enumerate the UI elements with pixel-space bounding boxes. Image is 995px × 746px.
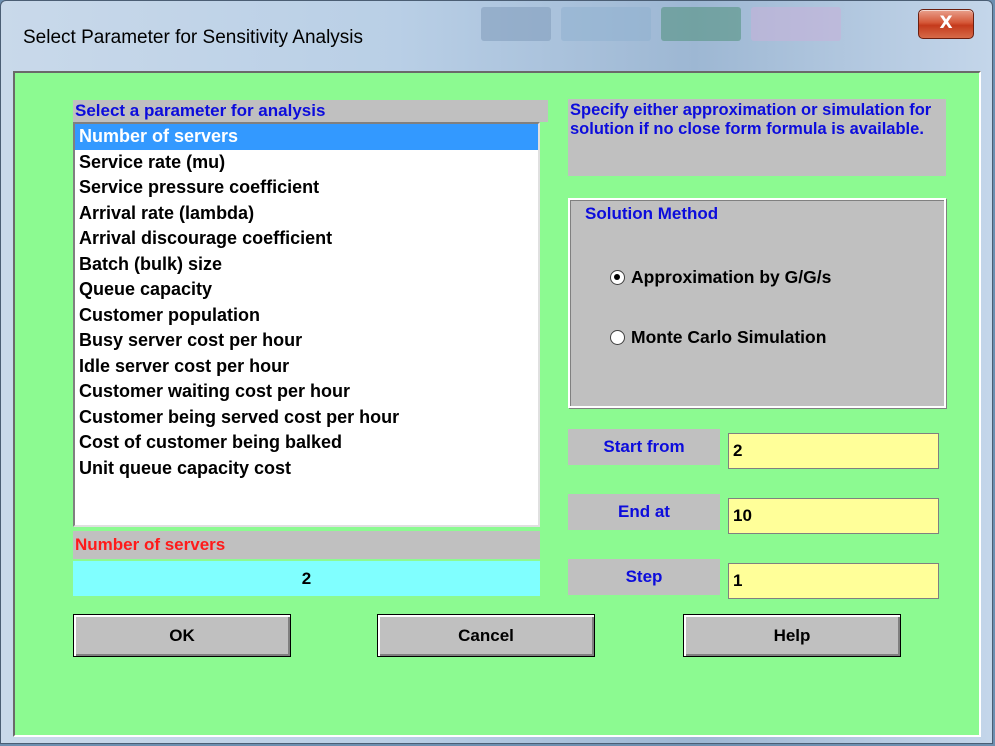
parameter-list-item[interactable]: Customer waiting cost per hour [75, 379, 538, 405]
end-at-input[interactable]: 10 [728, 498, 939, 534]
start-from-label: Start from [568, 429, 720, 465]
parameter-list-item[interactable]: Service rate (mu) [75, 150, 538, 176]
parameter-list-item[interactable]: Batch (bulk) size [75, 252, 538, 278]
solution-hint-text: Specify either approximation or simulati… [568, 99, 946, 176]
selected-parameter-name: Number of servers [73, 531, 540, 559]
close-icon: X [939, 13, 953, 33]
cancel-button[interactable]: Cancel [377, 614, 595, 657]
dialog-client-area: Select a parameter for analysis Number o… [13, 71, 981, 737]
radio-approximation-label: Approximation by G/G/s [631, 267, 832, 287]
window-title: Select Parameter for Sensitivity Analysi… [23, 27, 364, 48]
dialog-window: Select Parameter for Sensitivity Analysi… [0, 0, 993, 744]
ok-button[interactable]: OK [73, 614, 291, 657]
parameter-list-item[interactable]: Busy server cost per hour [75, 328, 538, 354]
title-bar[interactable]: Select Parameter for Sensitivity Analysi… [1, 1, 992, 71]
close-button[interactable]: X [918, 9, 974, 39]
parameter-list-label: Select a parameter for analysis [73, 100, 548, 122]
parameter-list-item[interactable]: Queue capacity [75, 277, 538, 303]
parameter-list[interactable]: Number of servers Service rate (mu) Servic… [73, 122, 540, 527]
parameter-list-item[interactable]: Number of servers [75, 124, 538, 150]
parameter-list-item[interactable]: Idle server cost per hour [75, 354, 538, 380]
parameter-list-item[interactable]: Arrival discourage coefficient [75, 226, 538, 252]
parameter-list-item[interactable]: Customer being served cost per hour [75, 405, 538, 431]
end-at-label: End at [568, 494, 720, 530]
start-from-input[interactable]: 2 [728, 433, 939, 469]
parameter-list-item[interactable]: Arrival rate (lambda) [75, 201, 538, 227]
step-label: Step [568, 559, 720, 595]
radio-approximation[interactable]: Approximation by G/G/s [610, 265, 831, 289]
radio-unchecked-icon[interactable] [610, 330, 625, 345]
parameter-list-item[interactable]: Customer population [75, 303, 538, 329]
radio-checked-icon[interactable] [610, 270, 625, 285]
parameter-list-item[interactable]: Unit queue capacity cost [75, 456, 538, 482]
solution-method-title: Solution Method [582, 204, 722, 224]
solution-method-group: Solution Method Approximation by G/G/s M… [568, 198, 946, 408]
radio-monte-carlo[interactable]: Monte Carlo Simulation [610, 325, 826, 349]
selected-parameter-value: 2 [73, 561, 540, 596]
parameter-list-item[interactable]: Cost of customer being balked [75, 430, 538, 456]
radio-monte-carlo-label: Monte Carlo Simulation [631, 327, 827, 347]
parameter-list-item[interactable]: Service pressure coefficient [75, 175, 538, 201]
step-input[interactable]: 1 [728, 563, 939, 599]
help-button[interactable]: Help [683, 614, 901, 657]
